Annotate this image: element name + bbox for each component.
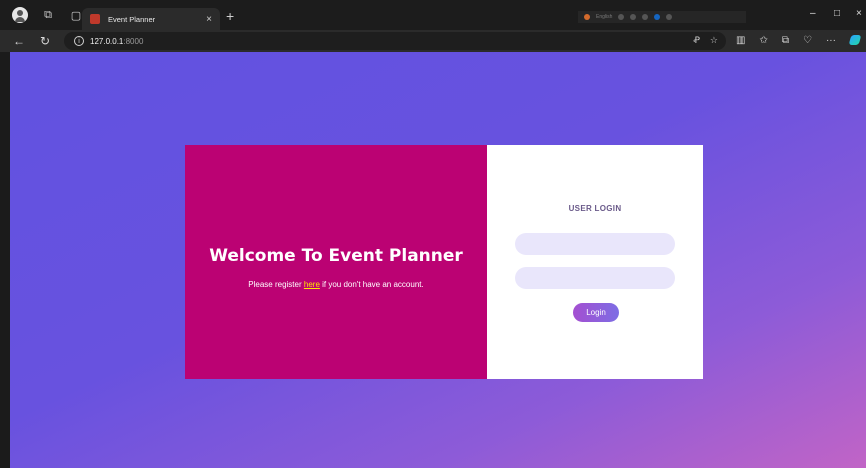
close-window-icon[interactable]: × [856,8,862,19]
welcome-heading: Welcome To Event Planner [209,245,463,266]
tray-icon[interactable] [642,14,649,20]
browser-toolbar: ▥ ✩ ⧉ ♡ ··· [736,35,862,46]
register-prefix: Please register [248,279,304,289]
new-tab-button[interactable]: + [226,9,234,23]
info-icon[interactable]: i [74,36,84,46]
tray-icon[interactable] [666,14,673,20]
minimize-icon[interactable]: – [810,8,816,19]
close-tab-icon[interactable]: × [206,14,212,25]
password-input[interactable] [515,267,675,289]
profile-icon[interactable] [12,7,28,23]
url-host: 127.0.0.1 [90,36,124,46]
extension-tray: English [578,11,746,23]
tray-icon[interactable] [618,14,625,20]
register-message: Please register here if you don't have a… [248,280,423,289]
username-input[interactable] [515,233,675,255]
maximize-icon[interactable]: □ [834,8,840,19]
url-field[interactable]: i 127.0.0.1:8000 Ꝓ ☆ [64,32,726,50]
tray-icon[interactable] [630,14,637,20]
url-port: :8000 [123,36,144,46]
register-link[interactable]: here [304,280,320,289]
register-suffix: if you don't have an account. [319,279,424,289]
search-icon[interactable] [584,14,590,20]
login-title: USER LOGIN [568,204,622,213]
split-screen-icon[interactable]: ▥ [736,35,745,46]
workspaces-icon[interactable]: ⧉ [40,7,56,23]
page-background: Welcome To Event Planner Please register… [10,52,866,468]
tab-event-planner[interactable]: Event Planner × [82,8,220,30]
copilot-icon[interactable] [848,35,862,45]
favorite-star-icon[interactable]: ☆ [710,35,718,46]
refresh-icon[interactable]: ↻ [38,34,52,48]
welcome-panel: Welcome To Event Planner Please register… [185,145,487,379]
favicon-icon [90,14,100,24]
read-aloud-icon[interactable]: Ꝓ [693,35,700,46]
tray-icon[interactable] [654,14,661,20]
tab-title: Event Planner [108,14,156,24]
more-icon[interactable]: ··· [826,35,836,46]
browser-essentials-icon[interactable]: ♡ [803,35,812,46]
collections-icon[interactable]: ⧉ [782,35,789,46]
back-icon[interactable]: ← [12,34,26,48]
favorites-icon[interactable]: ✩ [759,35,767,46]
login-button[interactable]: Login [573,303,619,322]
language-label[interactable]: English [596,14,612,20]
login-card: Welcome To Event Planner Please register… [185,145,703,379]
login-panel: USER LOGIN Login [487,145,703,379]
